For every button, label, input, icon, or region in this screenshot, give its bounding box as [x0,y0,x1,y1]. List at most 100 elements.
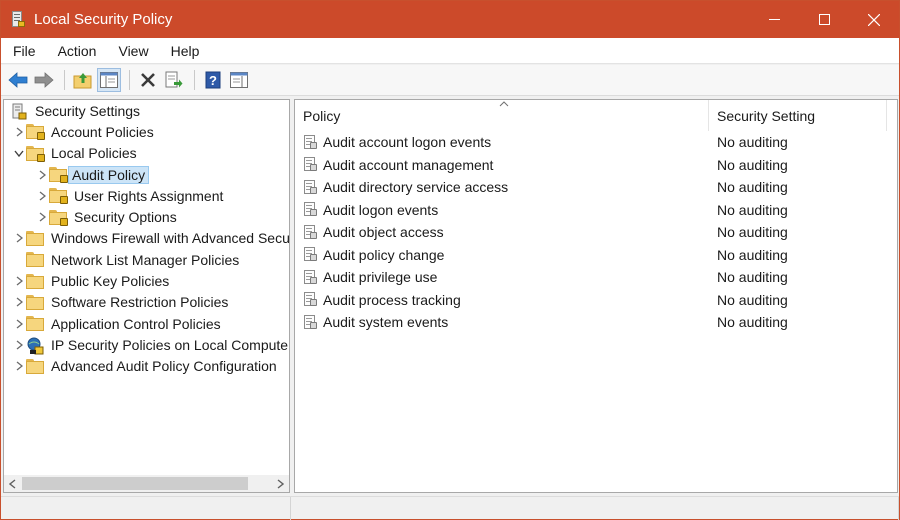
local-security-policy-icon [10,10,26,30]
menu-file[interactable]: File [7,43,42,59]
no-expander [12,253,26,267]
delete-icon [141,73,155,87]
tree-item-label: Application Control Policies [51,315,221,332]
list-header: Policy Security Setting [295,100,897,131]
status-segment [1,497,291,520]
policy-setting-icon [303,202,318,217]
ip-security-icon [26,337,44,355]
locked-folder-icon [26,145,45,162]
expand-chevron-icon[interactable] [35,210,49,224]
svg-text:?: ? [209,73,217,88]
delete-button[interactable] [136,68,160,92]
policy-name: Audit directory service access [323,179,509,196]
tree-item[interactable]: Advanced Audit Policy Configuration [4,356,289,377]
tree-item[interactable]: Security Options [4,206,289,227]
column-header-security-setting[interactable]: Security Setting [709,100,887,131]
list-row[interactable]: Audit privilege use No auditing [295,266,897,289]
list-row[interactable]: Audit directory service access No auditin… [295,176,897,199]
status-segment [291,497,899,520]
folder-icon [26,252,44,268]
collapse-chevron-icon[interactable] [12,146,26,160]
security-setting-cell: No auditing [717,156,788,173]
tree-item-label: Network List Manager Policies [51,251,240,268]
tree-item[interactable]: Local Policies [4,143,289,164]
help-button[interactable]: ? [201,68,225,92]
tree-item[interactable]: User Rights Assignment [4,185,289,206]
policy-cell: Audit object access [295,224,709,240]
expand-chevron-icon[interactable] [12,317,26,331]
scroll-thumb[interactable] [22,477,248,490]
policy-name: Audit logon events [323,201,439,218]
column-header-policy[interactable]: Policy [295,100,709,131]
expand-chevron-icon[interactable] [12,338,26,352]
list-row[interactable]: Audit process tracking No auditing [295,289,897,312]
expand-chevron-icon[interactable] [12,359,26,373]
tree-item-label: Software Restriction Policies [51,294,229,311]
list-row[interactable]: Audit logon events No auditing [295,199,897,222]
up-one-level-button[interactable] [71,68,95,92]
tree-item[interactable]: Network List Manager Policies [4,249,289,270]
show-hide-console-tree-button[interactable] [97,68,121,92]
tree-item[interactable]: IP Security Policies on Local Compute [4,334,289,355]
policy-cell: Audit policy change [295,247,709,263]
security-setting-cell: No auditing [717,269,788,286]
tree-item[interactable]: Software Restriction Policies [4,292,289,313]
menu-view[interactable]: View [112,43,154,59]
chevron-left-icon [9,478,16,489]
policy-cell: Audit account management [295,157,709,173]
folder-icon [26,273,44,289]
menu-help[interactable]: Help [165,43,206,59]
scroll-left-button[interactable] [4,475,21,492]
status-bar [1,496,899,520]
scroll-right-button[interactable] [272,475,289,492]
tree-item[interactable]: Public Key Policies [4,270,289,291]
policy-setting-icon [303,157,318,172]
maximize-button[interactable] [799,1,849,38]
app-window: Local Security Policy File Action View H… [0,0,900,520]
show-hide-tree-icon [100,72,118,88]
policy-name: Audit account management [323,156,494,173]
title-bar[interactable]: Local Security Policy [1,1,899,38]
horizontal-scrollbar[interactable] [4,475,289,492]
tree-item-label: IP Security Policies on Local Compute [51,336,289,353]
show-hide-action-pane-button[interactable] [227,68,251,92]
console-tree: Security Settings Account Policies Local P… [4,100,289,377]
menu-action[interactable]: Action [52,43,103,59]
list-row[interactable]: Audit account management No auditing [295,154,897,177]
policy-cell: Audit privilege use [295,269,709,285]
tree-item[interactable]: Security Settings [4,100,289,121]
export-list-button[interactable] [162,68,186,92]
tree-item[interactable]: Application Control Policies [4,313,289,334]
folder-icon [26,358,44,374]
list-row[interactable]: Audit policy change No auditing [295,244,897,267]
list-row[interactable]: Audit system events No auditing [295,311,897,334]
list-row[interactable]: Audit account logon events No auditing [295,131,897,154]
minimize-button[interactable] [749,1,799,38]
security-setting-cell: No auditing [717,291,788,308]
tree-item-label: Advanced Audit Policy Configuration [51,358,277,375]
expand-chevron-icon[interactable] [12,125,26,139]
toolbar: ? [1,65,899,96]
tree-item[interactable]: Account Policies [4,121,289,142]
tree-item-label: Audit Policy [68,165,150,184]
tree-item-label: Account Policies [51,123,154,140]
policy-cell: Audit account logon events [295,134,709,150]
policy-name: Audit account logon events [323,134,492,151]
security-setting-cell: No auditing [717,246,788,263]
expand-chevron-icon[interactable] [12,274,26,288]
up-folder-icon [73,73,92,89]
tree-item[interactable]: Audit Policy [4,164,289,185]
locked-folder-icon [49,167,68,184]
expand-chevron-icon[interactable] [12,295,26,309]
tree-item[interactable]: Windows Firewall with Advanced Secu [4,228,289,249]
list-row[interactable]: Audit object access No auditing [295,221,897,244]
toolbar-separator [64,70,65,90]
close-button[interactable] [849,1,899,38]
back-button[interactable] [6,68,30,92]
expand-chevron-icon[interactable] [35,168,49,182]
policy-setting-icon [303,314,318,330]
expand-chevron-icon[interactable] [12,231,26,245]
policy-name: Audit system events [323,314,449,331]
expand-chevron-icon[interactable] [35,189,49,203]
forward-button[interactable] [32,68,56,92]
